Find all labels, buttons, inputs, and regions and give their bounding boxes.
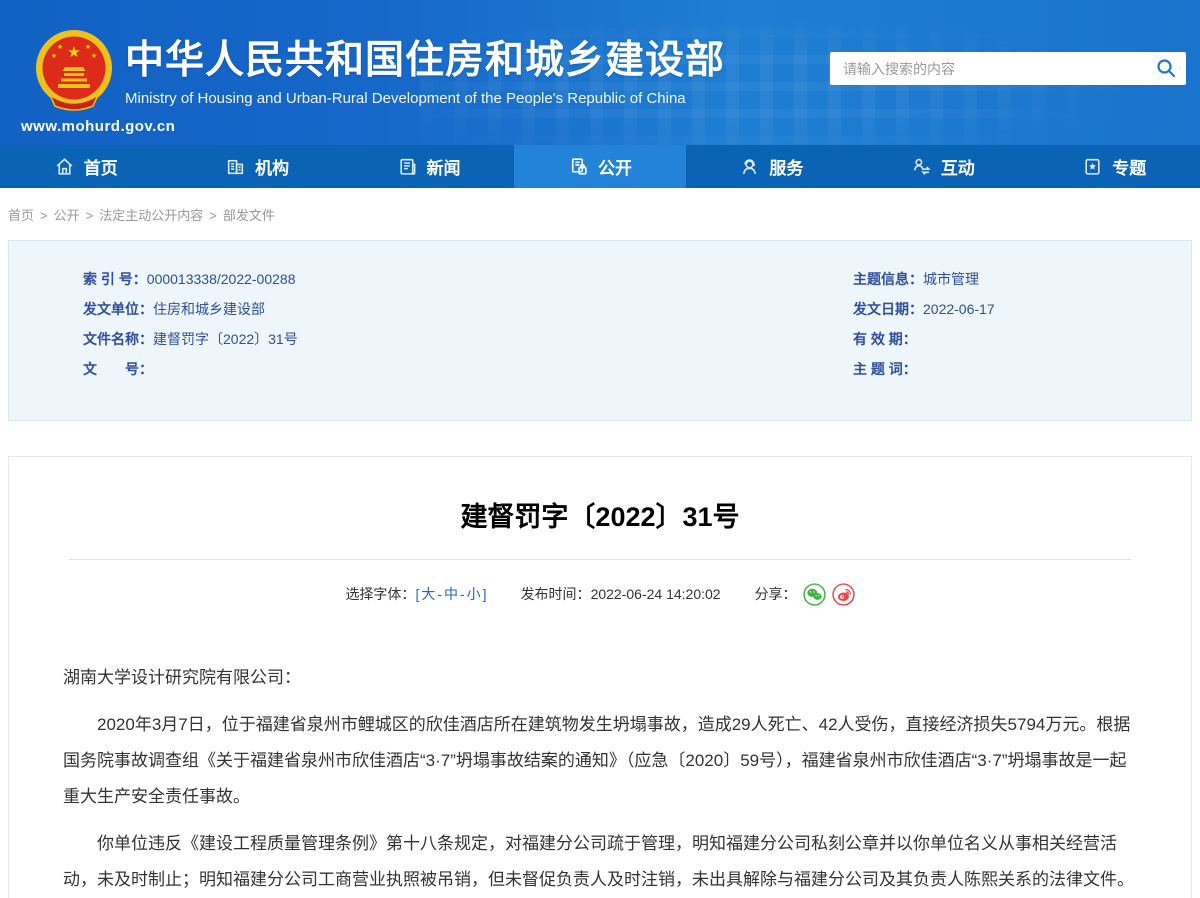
nav-item-label: 专题 xyxy=(1112,154,1146,179)
document-meta-box: 索 引 号：000013338/2022-00288 发文单位：住房和城乡建设部… xyxy=(8,240,1192,421)
meta-row-validity: 有 效 期： xyxy=(853,324,1191,354)
nav-item-interaction[interactable]: 互动 xyxy=(857,145,1028,188)
publish-time-value: 2022-06-24 14:20:02 xyxy=(591,586,721,602)
meta-label: 文件名称： xyxy=(83,331,153,347)
nav-item-news[interactable]: 新闻 xyxy=(343,145,514,188)
weibo-share-icon xyxy=(832,583,855,606)
meta-label: 发文日期： xyxy=(853,301,923,317)
organization-icon xyxy=(225,156,246,177)
breadcrumb-separator: > xyxy=(40,208,48,223)
meta-row-doc-number: 文 号： xyxy=(83,354,853,384)
svg-text:★: ★ xyxy=(51,52,57,60)
meta-column-left: 索 引 号：000013338/2022-00288 发文单位：住房和城乡建设部… xyxy=(9,264,853,420)
disclosure-icon xyxy=(568,156,589,177)
font-size-small[interactable]: 小 xyxy=(467,584,481,604)
breadcrumb-separator: > xyxy=(86,208,94,223)
breadcrumb-current: 部发文件 xyxy=(223,208,275,223)
article-body: 湖南大学设计研究院有限公司： 2020年3月7日，位于福建省泉州市鲤城区的欣佳酒… xyxy=(63,660,1137,898)
svg-text:★: ★ xyxy=(67,43,80,61)
article-meta-bar: 选择字体：[ 大 - 中 - 小 ] 发布时间： 2022-06-24 14:2… xyxy=(9,580,1191,608)
share-label: 分享： xyxy=(755,584,797,604)
article-paragraph: 2020年3月7日，位于福建省泉州市鲤城区的欣佳酒店所在建筑物发生坍塌事故，造成… xyxy=(63,707,1137,815)
font-picker-bracket: [ xyxy=(415,586,419,602)
meta-row-issuing-unit: 发文单位：住房和城乡建设部 xyxy=(83,294,853,324)
nav-item-service[interactable]: 服务 xyxy=(686,145,857,188)
svg-text:★: ★ xyxy=(57,43,63,51)
article-salutation: 湖南大学设计研究院有限公司： xyxy=(63,660,1137,696)
meta-value: 住房和城乡建设部 xyxy=(153,301,265,317)
article-paragraph: 你单位违反《建设工程质量管理条例》第十八条规定，对福建分公司疏于管理，明知福建分… xyxy=(63,826,1137,898)
font-picker-label: 选择字体： xyxy=(345,584,415,604)
meta-label: 文 号： xyxy=(83,361,153,377)
site-url: www.mohurd.gov.cn xyxy=(21,118,175,135)
site-subtitle: Ministry of Housing and Urban-Rural Deve… xyxy=(125,90,725,107)
meta-value: 建督罚字〔2022〕31号 xyxy=(153,331,298,347)
font-size-medium[interactable]: 中 xyxy=(444,584,458,604)
nav-item-label: 新闻 xyxy=(427,154,461,179)
meta-row-index-number: 索 引 号：000013338/2022-00288 xyxy=(83,264,853,294)
meta-label: 主 题 词： xyxy=(853,361,917,377)
national-emblem-logo[interactable]: ★ ★ ★ ★ ★ xyxy=(33,27,115,120)
wechat-share-icon xyxy=(803,583,826,606)
nav-item-organization[interactable]: 机构 xyxy=(171,145,342,188)
article-container: 建督罚字〔2022〕31号 选择字体：[ 大 - 中 - 小 ] 发布时间： 2… xyxy=(8,456,1192,898)
site-title: 中华人民共和国住房和城乡建设部 xyxy=(125,38,725,84)
breadcrumb-home[interactable]: 首页 xyxy=(8,208,34,223)
meta-label: 有 效 期： xyxy=(853,331,917,347)
nav-item-label: 机构 xyxy=(255,154,289,179)
nav-item-label: 首页 xyxy=(84,154,118,179)
font-picker-bracket: ] xyxy=(483,586,487,602)
search-box xyxy=(830,52,1186,85)
breadcrumb: 首页 > 公开 > 法定主动公开内容 > 部发文件 xyxy=(0,188,1200,240)
special-topic-icon xyxy=(1082,156,1103,177)
meta-row-file-name: 文件名称：建督罚字〔2022〕31号 xyxy=(83,324,853,354)
nav-item-home[interactable]: 首页 xyxy=(0,145,171,188)
meta-row-keywords: 主 题 词： xyxy=(853,354,1191,384)
site-header: ★ ★ ★ ★ ★ 中华人民共和国住房和城乡建设部 Ministry of Ho… xyxy=(0,0,1200,145)
breadcrumb-disclosure[interactable]: 公开 xyxy=(54,208,80,223)
wechat-share-button[interactable] xyxy=(803,583,826,606)
breadcrumb-statutory-content[interactable]: 法定主动公开内容 xyxy=(99,208,203,223)
weibo-share-button[interactable] xyxy=(832,583,855,606)
search-button[interactable] xyxy=(1154,57,1178,81)
nav-item-label: 服务 xyxy=(769,154,803,179)
meta-value: 城市管理 xyxy=(923,271,979,287)
meta-value: 000013338/2022-00288 xyxy=(147,271,296,287)
meta-column-right: 主题信息：城市管理 发文日期：2022-06-17 有 效 期： 主 题 词： xyxy=(853,264,1191,420)
breadcrumb-separator: > xyxy=(209,208,217,223)
meta-value: 2022-06-17 xyxy=(923,301,995,317)
meta-label: 索 引 号： xyxy=(83,271,147,287)
nav-item-label: 互动 xyxy=(941,154,975,179)
publish-time-label: 发布时间： xyxy=(521,584,591,604)
font-size-picker: 选择字体：[ 大 - 中 - 小 ] xyxy=(345,584,486,604)
search-icon xyxy=(1155,57,1177,79)
meta-row-issue-date: 发文日期：2022-06-17 xyxy=(853,294,1191,324)
font-picker-separator: - xyxy=(460,586,465,602)
title-divider xyxy=(69,559,1131,560)
news-icon xyxy=(397,156,418,177)
article-title: 建督罚字〔2022〕31号 xyxy=(9,499,1191,535)
meta-label: 发文单位： xyxy=(83,301,153,317)
meta-label: 主题信息： xyxy=(853,271,923,287)
meta-row-topic-info: 主题信息：城市管理 xyxy=(853,264,1191,294)
font-picker-separator: - xyxy=(437,586,442,602)
svg-text:★: ★ xyxy=(91,52,97,60)
svg-text:★: ★ xyxy=(85,43,91,51)
search-input[interactable] xyxy=(830,52,1186,85)
main-nav: 首页 机构 新闻 公开 服务 互动 xyxy=(0,145,1200,188)
service-icon xyxy=(739,156,760,177)
nav-item-label: 公开 xyxy=(598,154,632,179)
share-group: 分享： xyxy=(755,583,855,606)
home-icon xyxy=(54,156,75,177)
font-size-large[interactable]: 大 xyxy=(421,584,435,604)
national-emblem-icon: ★ ★ ★ ★ ★ xyxy=(33,27,115,115)
interaction-icon xyxy=(911,156,932,177)
nav-item-disclosure[interactable]: 公开 xyxy=(514,145,685,188)
nav-item-special-topics[interactable]: 专题 xyxy=(1029,145,1200,188)
